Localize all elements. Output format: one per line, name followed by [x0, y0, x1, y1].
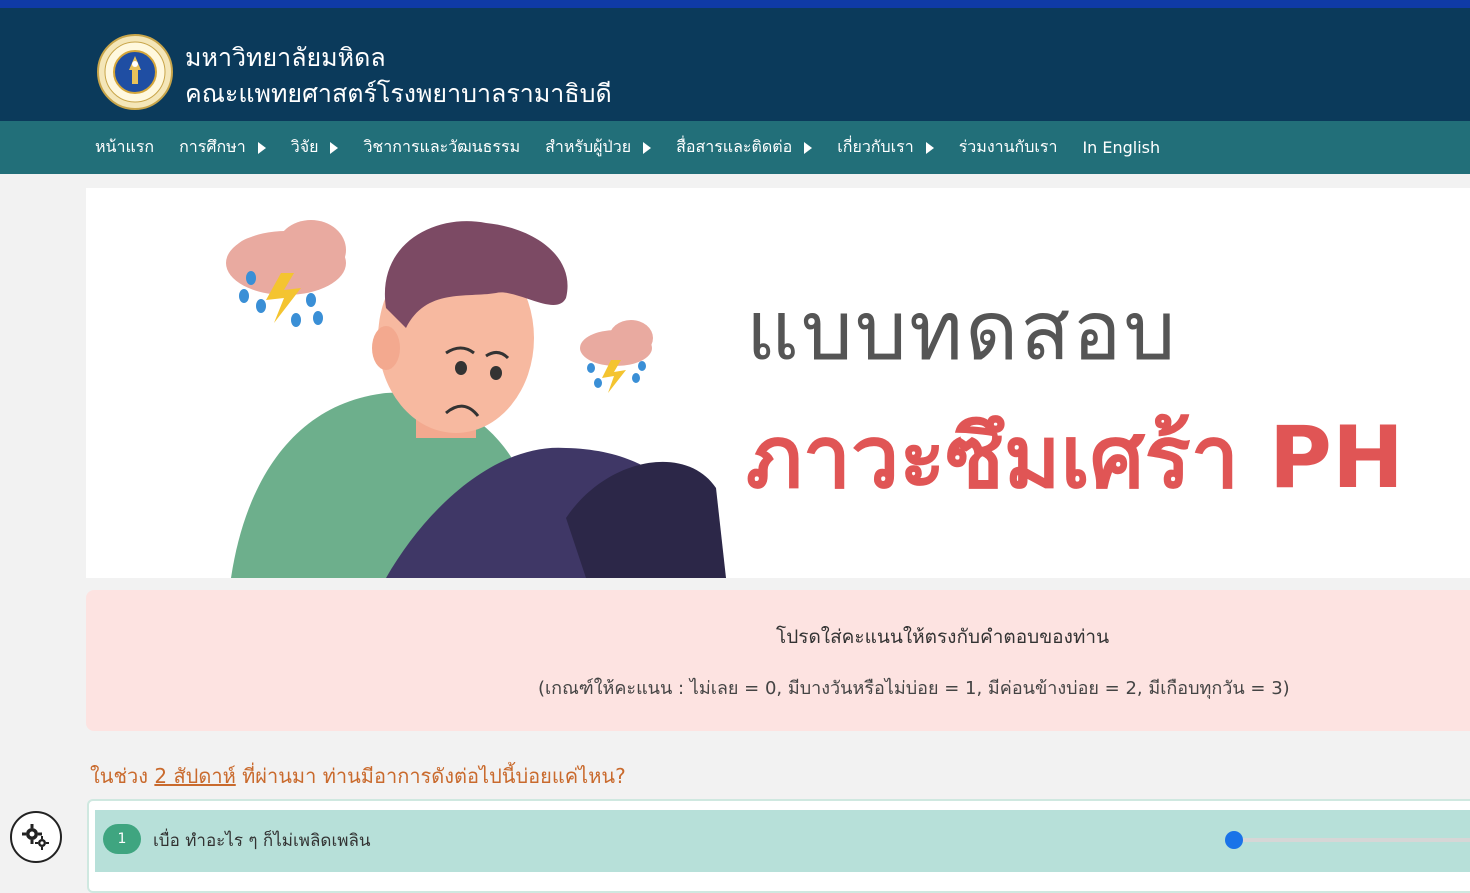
gear-icon: [22, 824, 49, 850]
nav-item-1[interactable]: การศึกษา: [179, 135, 266, 160]
nav-item-3[interactable]: วิชาการและวัฒนธรรม: [363, 135, 520, 160]
nav-item-2[interactable]: วิจัย: [291, 135, 339, 160]
university-name: มหาวิทยาลัยมหิดล: [185, 43, 386, 72]
caret-right-icon: [804, 141, 813, 154]
faculty-name: คณะแพทยศาสตร์โรงพยาบาลรามาธิบดี: [185, 79, 612, 108]
question-prompt: ในช่วง 2 สัปดาห์ ที่ผ่านมา ท่านมีอาการดั…: [90, 760, 626, 792]
prompt-emphasis: 2 สัปดาห์: [154, 764, 236, 788]
instructions-title: โปรดใส่คะแนนให้ตรงกับคำตอบของท่าน: [776, 626, 1110, 648]
prompt-suffix: ที่ผ่านมา ท่านมีอาการดังต่อไปนี้บ่อยแค่ไ…: [235, 764, 626, 788]
sad-person-illustration: [226, 220, 726, 578]
nav-item-label: ร่วมงานกับเรา: [958, 137, 1058, 156]
nav-item-0[interactable]: หน้าแรก: [95, 135, 154, 160]
banner-title: แบบทดสอบ: [746, 284, 1178, 379]
caret-right-icon: [330, 141, 339, 154]
question-card: 1 เบื่อ ทำอะไร ๆ ก็ไม่เพลิดเพลิน: [87, 799, 1470, 893]
nav-item-label: วิชาการและวัฒนธรรม: [363, 137, 521, 156]
nav-item-label: สื่อสารและติดต่อ: [676, 137, 793, 156]
nav-item-label: การศึกษา: [179, 137, 246, 156]
site-header: มหาวิทยาลัยมหิดล คณะแพทยศาสตร์โรงพยาบาลร…: [0, 8, 1470, 121]
small-storm-cloud-icon: [580, 320, 653, 393]
nav-item-label: หน้าแรก: [95, 137, 155, 156]
nav-item-4[interactable]: สำหรับผู้ป่วย: [545, 135, 652, 160]
top-accent-strip: [0, 0, 1470, 8]
nav-item-label: In English: [1082, 138, 1161, 157]
score-slider-track[interactable]: [1235, 838, 1470, 842]
question-text: เบื่อ ทำอะไร ๆ ก็ไม่เพลิดเพลิน: [153, 831, 371, 851]
banner-subtitle: ภาวะซึมเศร้า PH: [746, 408, 1404, 508]
storm-cloud-icon: [226, 220, 346, 327]
university-seal-icon[interactable]: [97, 34, 173, 110]
accessibility-settings-button[interactable]: [10, 811, 62, 863]
nav-item-5[interactable]: สื่อสารและติดต่อ: [676, 135, 813, 160]
prompt-prefix: ในช่วง: [90, 764, 155, 788]
question-row: 1 เบื่อ ทำอะไร ๆ ก็ไม่เพลิดเพลิน: [95, 810, 1470, 872]
caret-right-icon: [643, 141, 652, 154]
score-slider-thumb[interactable]: [1225, 831, 1243, 849]
main-nav: หน้าแรก การศึกษา วิจัย วิชาการและวัฒนธรรม สำ…: [0, 121, 1470, 174]
nav-item-label: วิจัย: [290, 137, 319, 156]
scoring-criteria: (เกณฑ์ให้คะแนน : ไม่เลย = 0, มีบางวันหรื…: [538, 678, 1290, 699]
question-number-badge: 1: [103, 824, 141, 854]
nav-item-6[interactable]: เกี่ยวกับเรา: [837, 135, 934, 160]
caret-right-icon: [257, 141, 266, 154]
nav-list: หน้าแรก การศึกษา วิจัย วิชาการและวัฒนธรรม สำ…: [95, 121, 1185, 174]
instructions-box: โปรดใส่คะแนนให้ตรงกับคำตอบของท่าน (เกณฑ์…: [86, 590, 1470, 731]
hero-banner: แบบทดสอบ ภาวะซึมเศร้า PH: [86, 188, 1470, 578]
nav-item-label: เกี่ยวกับเรา: [837, 137, 914, 156]
nav-item-label: สำหรับผู้ป่วย: [545, 137, 632, 156]
nav-item-8[interactable]: In English: [1082, 138, 1160, 157]
caret-right-icon: [925, 141, 934, 154]
nav-item-7[interactable]: ร่วมงานกับเรา: [959, 135, 1058, 160]
